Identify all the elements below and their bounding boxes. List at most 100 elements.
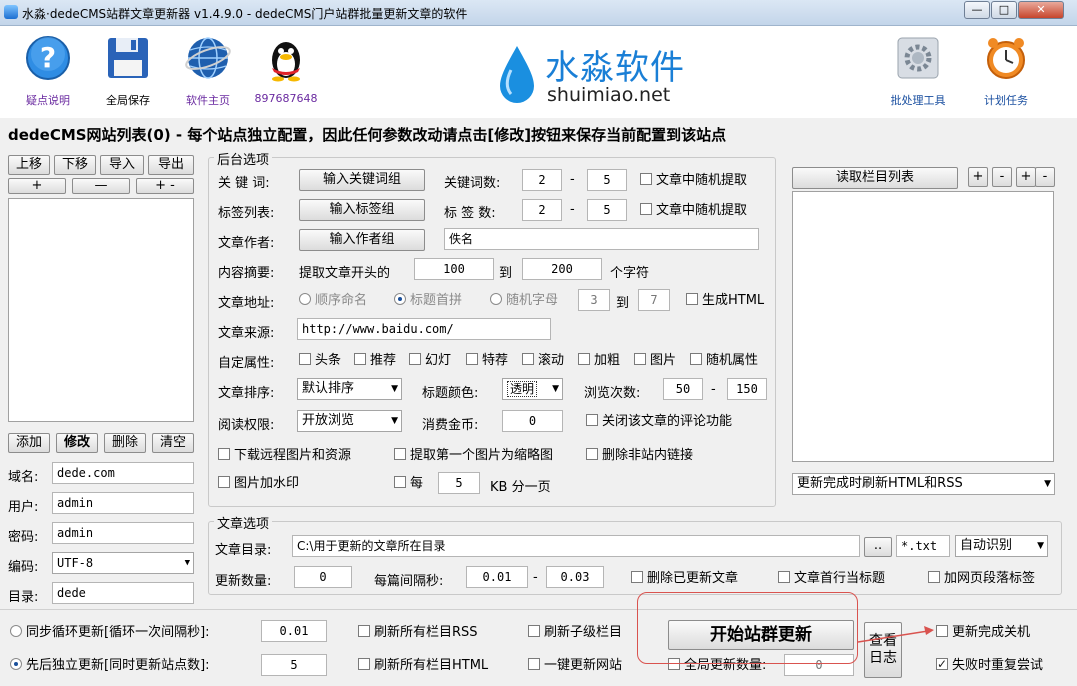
- qq-button[interactable]: 897687648: [246, 32, 326, 105]
- radio-icon: [10, 625, 22, 637]
- category-list[interactable]: [792, 191, 1054, 462]
- remove-external-links-checkbox[interactable]: 删除非站内链接: [586, 448, 693, 464]
- url-sequential-radio[interactable]: 顺序命名: [299, 293, 367, 309]
- author-input[interactable]: 佚名: [444, 228, 759, 250]
- interval-range-dash: -: [533, 570, 538, 585]
- update-count-input[interactable]: 0: [294, 566, 352, 588]
- site-list[interactable]: [8, 198, 194, 422]
- concurrent-sites-input[interactable]: 5: [261, 654, 327, 676]
- sort-select[interactable]: 默认排序 ▼: [297, 378, 402, 400]
- export-button[interactable]: 导出: [148, 155, 194, 175]
- category-plus-button[interactable]: +: [968, 167, 988, 187]
- category-minus-2-button[interactable]: -: [1035, 167, 1055, 187]
- title-color-select[interactable]: 透明 ▼: [502, 378, 563, 400]
- refresh-all-html-checkbox[interactable]: 刷新所有栏目HTML: [358, 658, 488, 674]
- plus-button[interactable]: +: [8, 178, 66, 194]
- homepage-button[interactable]: 软件主页: [168, 32, 248, 108]
- sync-loop-radio[interactable]: 同步循环更新[循环一次间隔秒]:: [10, 625, 210, 641]
- checkbox-icon: [686, 293, 698, 305]
- move-up-button[interactable]: 上移: [8, 155, 50, 175]
- first-image-thumb-checkbox[interactable]: 提取第一个图片为缩略图: [394, 448, 553, 464]
- encoding-select[interactable]: UTF-8 ▼: [52, 552, 194, 574]
- read-permission-select[interactable]: 开放浏览 ▼: [297, 410, 402, 432]
- delete-site-button[interactable]: 删除: [104, 433, 146, 453]
- delete-updated-checkbox[interactable]: 删除已更新文章: [631, 571, 738, 587]
- attr-image-checkbox[interactable]: 图片: [634, 353, 676, 369]
- password-input[interactable]: admin: [52, 522, 194, 544]
- attr-slideshow-checkbox[interactable]: 幻灯: [409, 353, 451, 369]
- retry-on-failure-checkbox[interactable]: 失败时重复尝试: [936, 656, 1043, 674]
- encoding-value: UTF-8: [57, 556, 94, 570]
- category-minus-button[interactable]: -: [992, 167, 1012, 187]
- views-max-input[interactable]: 150: [727, 378, 767, 400]
- refresh-on-complete-select[interactable]: 更新完成时刷新HTML和RSS ▼: [792, 473, 1055, 495]
- attr-headline-checkbox[interactable]: 头条: [299, 353, 341, 369]
- interval-max-input[interactable]: 0.03: [546, 566, 604, 588]
- views-min-input[interactable]: 50: [663, 378, 703, 400]
- generate-html-checkbox[interactable]: 生成HTML: [686, 293, 764, 309]
- summary-max-input[interactable]: 200: [522, 258, 602, 280]
- keyword-max-input[interactable]: 5: [587, 169, 627, 191]
- dir-input[interactable]: dede: [52, 582, 194, 604]
- attr-bold-checkbox[interactable]: 加粗: [578, 353, 620, 369]
- close-comments-label: 关闭该文章的评论功能: [602, 414, 733, 429]
- url-title-pinyin-radio[interactable]: 标题首拼: [394, 293, 462, 309]
- url-random-max-input[interactable]: 7: [638, 289, 670, 311]
- input-tags-button[interactable]: 输入标签组: [299, 199, 425, 221]
- article-encoding-select[interactable]: 自动识别 ▼: [955, 535, 1048, 557]
- maximize-button[interactable]: □: [991, 1, 1017, 19]
- first-line-title-checkbox[interactable]: 文章首行当标题: [778, 571, 885, 587]
- move-down-button[interactable]: 下移: [54, 155, 96, 175]
- attr-random-checkbox[interactable]: 随机属性: [690, 353, 758, 369]
- scheduled-task-button[interactable]: 计划任务: [966, 32, 1046, 108]
- article-dir-input[interactable]: C:\用于更新的文章所在目录: [292, 535, 860, 557]
- attr-recommend-checkbox[interactable]: 推荐: [354, 353, 396, 369]
- global-save-button[interactable]: 全局保存: [88, 32, 168, 108]
- close-comments-checkbox[interactable]: 关闭该文章的评论功能: [586, 414, 732, 430]
- refresh-all-html-label: 刷新所有栏目HTML: [374, 658, 489, 673]
- interval-min-input[interactable]: 0.01: [466, 566, 528, 588]
- attr-special-checkbox[interactable]: 特荐: [466, 353, 508, 369]
- sync-interval-input[interactable]: 0.01: [261, 620, 327, 642]
- close-button[interactable]: ✕: [1018, 1, 1064, 19]
- coins-input[interactable]: 0: [502, 410, 563, 432]
- one-key-update-checkbox[interactable]: 一键更新网站: [528, 658, 622, 674]
- minimize-button[interactable]: —: [964, 1, 990, 19]
- domain-input[interactable]: dede.com: [52, 462, 194, 484]
- browse-dir-button[interactable]: ..: [864, 537, 892, 557]
- refresh-all-rss-checkbox[interactable]: 刷新所有栏目RSS: [358, 625, 478, 641]
- file-extension-input[interactable]: *.txt: [896, 535, 950, 557]
- tag-min-input[interactable]: 2: [522, 199, 562, 221]
- plus-minus-button[interactable]: + -: [136, 178, 194, 194]
- sequential-radio[interactable]: 先后独立更新[同时更新站点数]:: [10, 658, 210, 674]
- shutdown-on-complete-checkbox[interactable]: 更新完成关机: [936, 625, 1030, 641]
- modify-site-button[interactable]: 修改: [56, 433, 98, 453]
- import-button[interactable]: 导入: [100, 155, 144, 175]
- refresh-sub-categories-checkbox[interactable]: 刷新子级栏目: [528, 625, 622, 641]
- source-input[interactable]: http://www.baidu.com/: [297, 318, 551, 340]
- tag-random-checkbox[interactable]: 文章中随机提取: [640, 203, 747, 219]
- attr-scroll-checkbox[interactable]: 滚动: [522, 353, 564, 369]
- add-site-button[interactable]: 添加: [8, 433, 50, 453]
- input-keywords-button[interactable]: 输入关键词组: [299, 169, 425, 191]
- watermark-checkbox[interactable]: 图片加水印: [218, 476, 299, 492]
- keyword-random-checkbox[interactable]: 文章中随机提取: [640, 173, 747, 189]
- summary-min-input[interactable]: 100: [414, 258, 494, 280]
- add-paragraph-tags-checkbox[interactable]: 加网页段落标签: [928, 571, 1035, 587]
- user-input[interactable]: admin: [52, 492, 194, 514]
- tag-max-input[interactable]: 5: [587, 199, 627, 221]
- page-split-checkbox[interactable]: 每: [394, 476, 423, 492]
- url-random-min-input[interactable]: 3: [578, 289, 610, 311]
- page-split-size-input[interactable]: 5: [438, 472, 480, 494]
- url-random-radio[interactable]: 随机字母: [490, 293, 558, 309]
- download-remote-checkbox[interactable]: 下载远程图片和资源: [218, 448, 351, 464]
- minus-button[interactable]: —: [72, 178, 130, 194]
- read-category-list-button[interactable]: 读取栏目列表: [792, 167, 958, 189]
- input-authors-button[interactable]: 输入作者组: [299, 229, 425, 251]
- category-plus-2-button[interactable]: +: [1016, 167, 1036, 187]
- attr-image-label: 图片: [650, 353, 677, 368]
- batch-tool-button[interactable]: 批处理工具: [878, 32, 958, 108]
- help-button[interactable]: ? 疑点说明: [8, 32, 88, 108]
- clear-sites-button[interactable]: 清空: [152, 433, 194, 453]
- keyword-min-input[interactable]: 2: [522, 169, 562, 191]
